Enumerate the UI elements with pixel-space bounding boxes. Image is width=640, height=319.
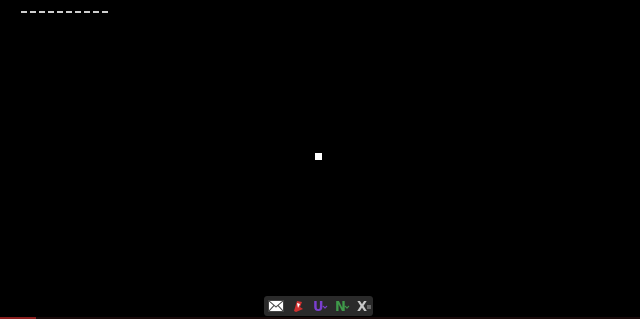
red-app-icon[interactable] [289, 298, 307, 314]
indicator-segment [93, 11, 99, 13]
dashed-progress-indicator [21, 11, 108, 13]
taskbar-tray: U N X [264, 296, 373, 316]
indicator-segment [66, 11, 72, 13]
x-app-glyph: X [357, 300, 367, 313]
mail-icon[interactable] [267, 298, 285, 314]
indicator-segment [75, 11, 81, 13]
indicator-segment [48, 11, 54, 13]
u-app-icon[interactable]: U [311, 298, 329, 314]
indicator-segment [84, 11, 90, 13]
indicator-segment [21, 11, 27, 13]
u-app-glyph: U [313, 300, 324, 313]
x-app-icon[interactable]: X [355, 298, 373, 314]
indicator-segment [57, 11, 63, 13]
n-app-icon[interactable]: N [333, 298, 351, 314]
n-app-glyph: N [335, 300, 346, 313]
desktop-screen: U N X [0, 0, 640, 319]
indicator-segment [102, 11, 108, 13]
indicator-segment [30, 11, 36, 13]
indicator-segment [39, 11, 45, 13]
cursor-marker [315, 153, 322, 160]
